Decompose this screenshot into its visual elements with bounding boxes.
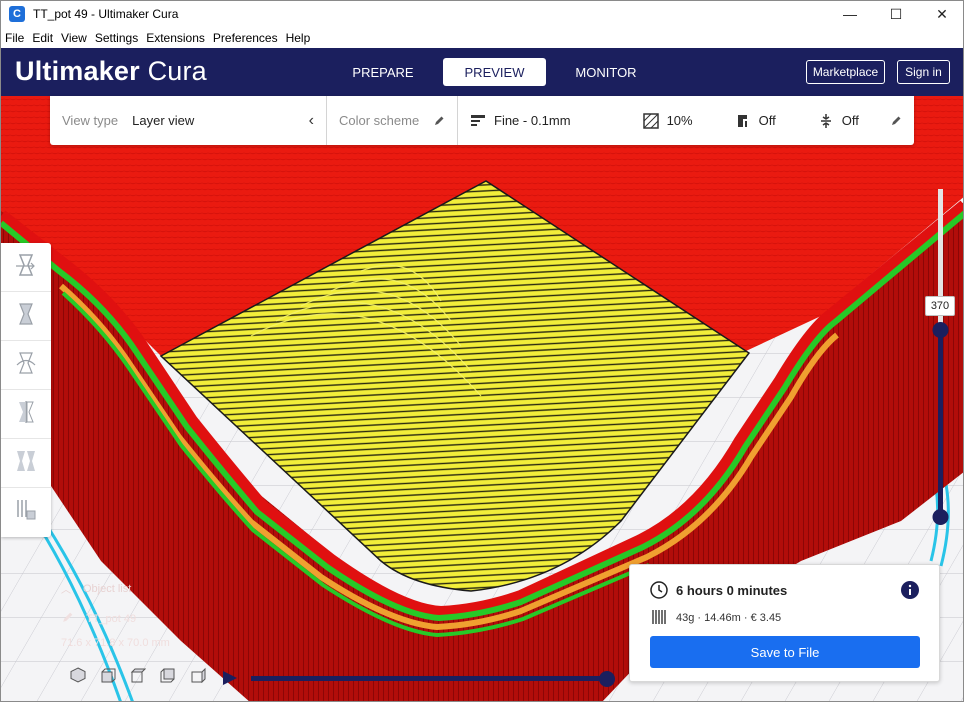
stage-tabs: PREPARE PREVIEW MONITOR xyxy=(332,58,666,86)
menu-settings[interactable]: Settings xyxy=(91,31,142,45)
pencil-icon xyxy=(433,115,445,127)
layer-slider-track-active xyxy=(938,331,943,517)
view-type-value: Layer view xyxy=(132,113,195,128)
edit-settings-pencil-icon[interactable] xyxy=(890,115,902,127)
support-value: Off xyxy=(758,113,776,128)
object-list-panel: ︿ Object list TT_pot 49 71.6 x 71.8 x 70… xyxy=(61,581,170,650)
pencil-icon xyxy=(61,611,74,627)
menu-file[interactable]: File xyxy=(1,31,28,45)
object-name: TT_pot 49 xyxy=(86,613,137,625)
scale-tool-icon xyxy=(14,301,38,332)
app-window: C TT_pot 49 - Ultimaker Cura — ☐ ✕ File … xyxy=(0,0,964,702)
window-title: TT_pot 49 - Ultimaker Cura xyxy=(33,7,179,21)
menu-edit[interactable]: Edit xyxy=(28,31,57,45)
menu-help[interactable]: Help xyxy=(282,31,315,45)
brand-logo: Ultimaker Cura xyxy=(15,56,207,87)
adhesion-icon xyxy=(818,113,834,129)
object-dimensions: 71.6 x 71.8 x 70.0 mm xyxy=(61,637,170,649)
path-slider-handle[interactable] xyxy=(599,671,615,687)
layer-slider-lower-handle[interactable] xyxy=(932,509,949,525)
support-blocker-button[interactable] xyxy=(1,488,51,537)
menu-bar: File Edit View Settings Extensions Prefe… xyxy=(1,27,963,48)
mirror-tool-button[interactable] xyxy=(1,390,51,439)
object-name-row[interactable]: TT_pot 49 xyxy=(61,611,221,627)
cube-right-icon xyxy=(190,667,206,688)
cube-front-icon xyxy=(100,667,116,688)
scale-tool-button[interactable] xyxy=(1,292,51,341)
path-slider-track xyxy=(251,676,607,681)
infill-icon xyxy=(642,112,659,129)
per-model-settings-button[interactable] xyxy=(1,439,51,488)
infill-value: 10% xyxy=(666,113,693,128)
rotate-tool-icon xyxy=(14,350,38,381)
color-scheme-label: Color scheme xyxy=(339,113,420,128)
adhesion-value: Off xyxy=(841,113,859,128)
cube-left-icon xyxy=(160,667,176,688)
print-settings-summary[interactable]: Fine - 0.1mm 10% Off Off xyxy=(458,96,914,145)
cura-app-icon: C xyxy=(9,6,25,22)
per-model-settings-icon xyxy=(14,448,38,479)
view-front-button[interactable] xyxy=(93,667,123,687)
color-scheme-button[interactable]: Color scheme xyxy=(327,96,457,145)
rotate-tool-button[interactable] xyxy=(1,341,51,390)
chevron-left-icon: ‹ xyxy=(308,111,314,129)
move-tool-icon xyxy=(14,252,38,283)
window-controls: — ☐ ✕ xyxy=(827,1,963,27)
view-type-label: View type xyxy=(62,113,119,128)
support-icon xyxy=(735,113,751,129)
filament-spool-icon xyxy=(651,609,667,630)
view-top-button[interactable] xyxy=(123,667,153,687)
tab-prepare[interactable]: PREPARE xyxy=(332,58,434,86)
save-to-file-button[interactable]: Save to File xyxy=(650,636,920,668)
profile-value: Fine - 0.1mm xyxy=(494,113,571,128)
cube-top-icon xyxy=(130,667,147,688)
view-type-selector[interactable]: View type Layer view ‹ xyxy=(50,96,326,145)
view-left-button[interactable] xyxy=(153,667,183,687)
clock-icon xyxy=(650,581,668,604)
sign-in-button[interactable]: Sign in xyxy=(897,60,950,84)
brand-name-bold: Ultimaker xyxy=(15,56,140,86)
current-layer-badge[interactable]: 370 xyxy=(925,296,955,316)
mirror-tool-icon xyxy=(14,399,38,430)
marketplace-button[interactable]: Marketplace xyxy=(806,60,885,84)
minimize-button[interactable]: — xyxy=(827,1,873,27)
move-tool-button[interactable] xyxy=(1,243,51,292)
maximize-button[interactable]: ☐ xyxy=(873,1,919,27)
object-list-label: Object list xyxy=(83,582,132,595)
object-list-toggle[interactable]: ︿ Object list xyxy=(61,581,132,597)
chevron-up-icon: ︿ xyxy=(61,585,71,596)
material-estimate: 43g · 14.46m · € 3.45 xyxy=(676,612,782,624)
print-information-panel: 6 hours 0 minutes 43g · 14.46m · € 3.45 … xyxy=(629,564,940,682)
title-bar: C TT_pot 49 - Ultimaker Cura — ☐ ✕ xyxy=(1,1,963,27)
layer-slider-upper-handle[interactable] xyxy=(932,322,949,338)
menu-preferences[interactable]: Preferences xyxy=(209,31,282,45)
camera-view-buttons xyxy=(63,666,213,688)
menu-extensions[interactable]: Extensions xyxy=(142,31,209,45)
info-icon[interactable] xyxy=(901,581,919,604)
tool-panel xyxy=(1,243,51,537)
tab-monitor[interactable]: MONITOR xyxy=(555,58,657,86)
tab-preview[interactable]: PREVIEW xyxy=(443,58,546,86)
view-3d-button[interactable] xyxy=(63,666,93,688)
app-header: Ultimaker Cura PREPARE PREVIEW MONITOR M… xyxy=(1,48,963,96)
profile-quality-icon xyxy=(470,114,486,128)
view-options-bar: View type Layer view ‹ Color scheme Fine… xyxy=(50,96,914,145)
cube-3d-icon xyxy=(70,666,86,688)
support-blocker-icon xyxy=(14,497,38,528)
view-right-button[interactable] xyxy=(183,667,213,687)
menu-view[interactable]: View xyxy=(57,31,91,45)
close-button[interactable]: ✕ xyxy=(919,1,963,27)
brand-name-light: Cura xyxy=(147,56,207,86)
print-time: 6 hours 0 minutes xyxy=(676,583,788,598)
